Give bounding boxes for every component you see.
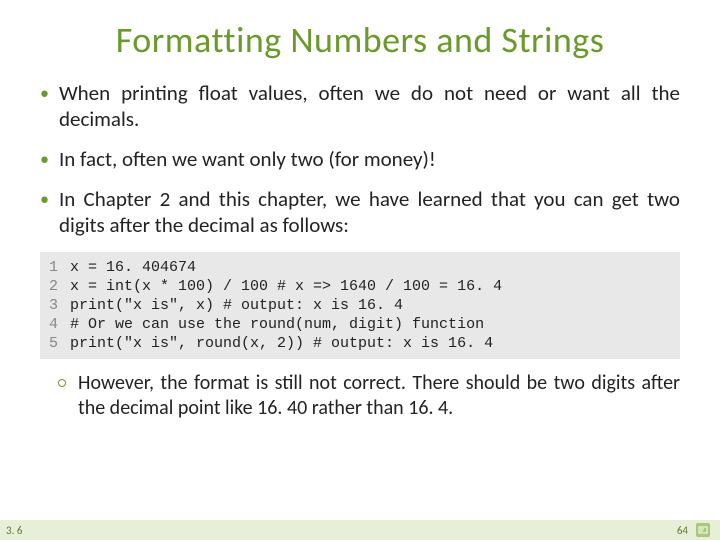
bullet-text: In fact, often we want only two (for mon… <box>59 146 436 172</box>
bullet-dot-icon: • <box>40 80 49 106</box>
line-number: 5 <box>40 334 70 353</box>
bullet-item: • In fact, often we want only two (for m… <box>40 146 680 172</box>
bullet-item: • In Chapter 2 and this chapter, we have… <box>40 186 680 238</box>
bullet-item: • When printing float values, often we d… <box>40 80 680 132</box>
slide: Formatting Numbers and Strings • When pr… <box>0 0 720 540</box>
footer-bar: 3. 6 64 <box>0 520 720 540</box>
bullet-text: When printing float values, often we do … <box>59 80 680 132</box>
code-text: x = 16. 404674 <box>70 258 196 277</box>
sub-bullet-text: However, the format is still not correct… <box>78 371 680 421</box>
section-number: 3. 6 <box>6 524 22 537</box>
code-line: 2 x = int(x * 100) / 100 # x => 1640 / 1… <box>40 277 680 296</box>
ring-bullet-icon <box>58 379 66 387</box>
code-block: 1 x = 16. 404674 2 x = int(x * 100) / 10… <box>40 252 680 359</box>
bullet-text: In Chapter 2 and this chapter, we have l… <box>59 186 680 238</box>
line-number: 2 <box>40 277 70 296</box>
slide-title: Formatting Numbers and Strings <box>40 18 680 62</box>
line-number: 1 <box>40 258 70 277</box>
code-text: # Or we can use the round(num, digit) fu… <box>70 315 484 334</box>
line-number: 3 <box>40 296 70 315</box>
code-line: 3 print("x is", x) # output: x is 16. 4 <box>40 296 680 315</box>
bullet-dot-icon: • <box>40 186 49 212</box>
line-number: 4 <box>40 315 70 334</box>
page-number: 64 <box>677 524 688 537</box>
code-line: 4 # Or we can use the round(num, digit) … <box>40 315 680 334</box>
code-line: 5 print("x is", round(x, 2)) # output: x… <box>40 334 680 353</box>
code-line: 1 x = 16. 404674 <box>40 258 680 277</box>
sub-bullet-item: However, the format is still not correct… <box>58 371 680 421</box>
presentation-icon <box>696 523 710 537</box>
footer-right: 64 <box>677 523 710 537</box>
bullet-dot-icon: • <box>40 146 49 172</box>
code-text: x = int(x * 100) / 100 # x => 1640 / 100… <box>70 277 502 296</box>
code-text: print("x is", round(x, 2)) # output: x i… <box>70 334 493 353</box>
code-text: print("x is", x) # output: x is 16. 4 <box>70 296 403 315</box>
